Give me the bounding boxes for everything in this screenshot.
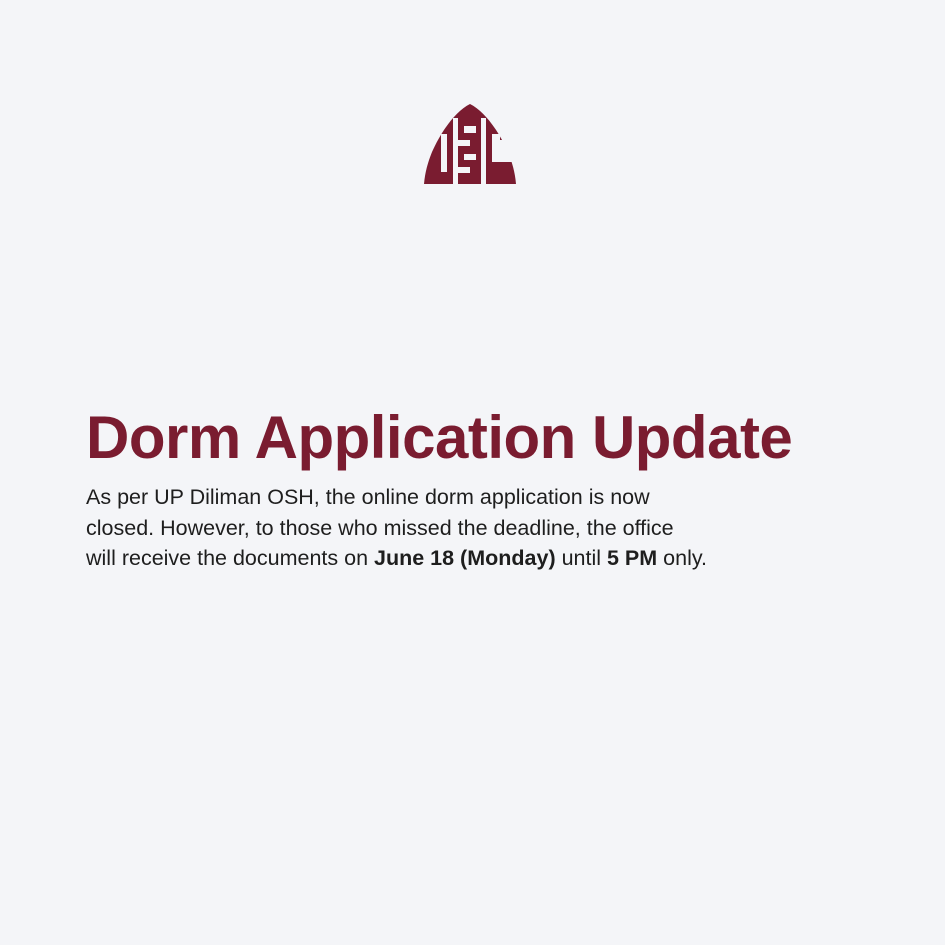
deadline-time: 5 PM bbox=[607, 546, 658, 570]
body-line-3-middle: until bbox=[555, 546, 607, 570]
usc-logo bbox=[424, 104, 516, 184]
deadline-date: June 18 (Monday) bbox=[374, 546, 556, 570]
usc-logo-mark bbox=[424, 104, 516, 184]
announcement-card: Dorm Application Update As per UP Dilima… bbox=[0, 0, 945, 945]
page-title: Dorm Application Update bbox=[86, 404, 793, 471]
body-line-3-start: will receive the documents on bbox=[86, 546, 375, 570]
body-line-3: will receive the documents on June 18 (M… bbox=[86, 543, 886, 574]
body-line-1: As per UP Diliman OSH, the online dorm a… bbox=[86, 485, 650, 509]
body-line-2: closed. However, to those who missed the… bbox=[86, 515, 674, 540]
body-line-3-end: only. bbox=[657, 546, 707, 570]
announcement-body: As per UP Diliman OSH, the online dorm a… bbox=[86, 482, 886, 574]
